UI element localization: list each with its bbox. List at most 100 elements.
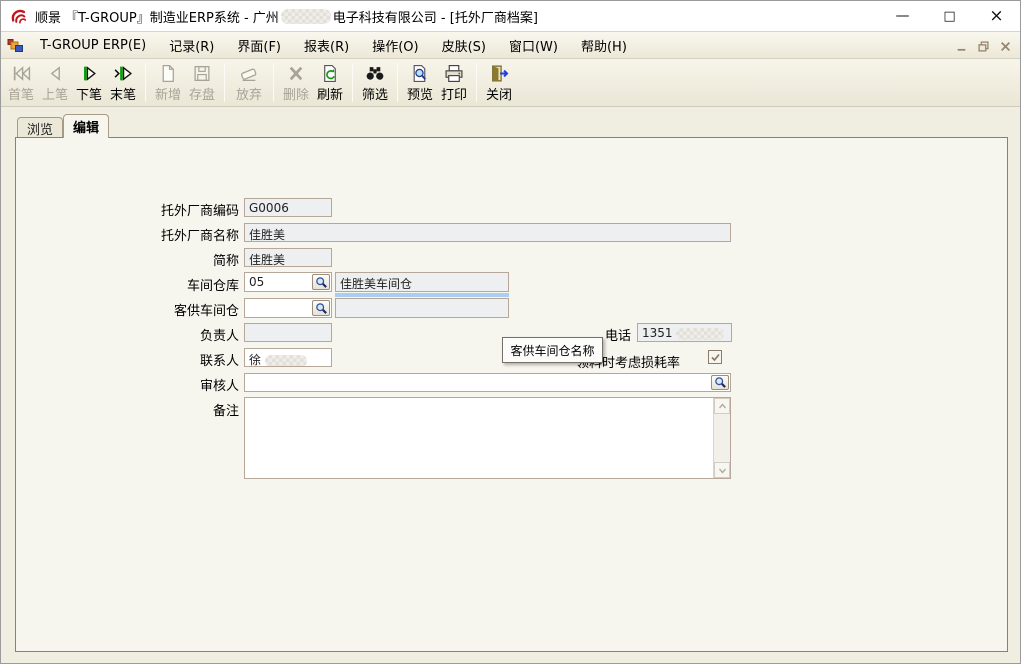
workshop-warehouse-name-field[interactable]: 佳胜美车间仓 bbox=[335, 272, 509, 292]
mdi-restore-button[interactable] bbox=[977, 40, 990, 53]
contact-value: 徐 bbox=[249, 353, 261, 367]
toolbar-separator bbox=[397, 63, 398, 102]
window-minimize-button[interactable]: — bbox=[879, 1, 926, 31]
menu-item-operations[interactable]: 操作(O) bbox=[364, 32, 426, 59]
toolbar-separator bbox=[224, 63, 225, 102]
chevron-up-icon bbox=[718, 402, 727, 411]
remarks-field[interactable] bbox=[244, 397, 731, 479]
form-icon bbox=[7, 37, 24, 54]
title-bar: 顺景 『T-GROUP』制造业ERP系统 - 广州 电子科技有限公司 - [托外… bbox=[1, 1, 1020, 31]
menu-item-tgroup-erp[interactable]: T-GROUP ERP(E) bbox=[32, 34, 154, 57]
mdi-minimize-icon bbox=[956, 41, 967, 52]
redacted-company-name bbox=[281, 9, 331, 24]
contact-label: 联系人 bbox=[109, 350, 239, 369]
menu-item-reports[interactable]: 报表(R) bbox=[296, 32, 357, 59]
manager-field[interactable] bbox=[244, 323, 332, 342]
phone-value: 1351 bbox=[642, 326, 673, 340]
menu-item-help[interactable]: 帮助(H) bbox=[573, 32, 635, 59]
toolbar-button-label: 存盘 bbox=[189, 84, 215, 103]
customer-warehouse-code-field[interactable] bbox=[244, 298, 332, 318]
toolbar-separator bbox=[145, 63, 146, 102]
toolbar-button-label: 放弃 bbox=[236, 84, 262, 103]
redacted-contact bbox=[265, 355, 307, 367]
toolbar-button-label: 预览 bbox=[407, 84, 433, 103]
preview-button[interactable]: 预览 bbox=[403, 59, 437, 106]
menu-item-records[interactable]: 记录(R) bbox=[161, 32, 222, 59]
workshop-warehouse-code-field[interactable]: 05 bbox=[244, 272, 332, 292]
eraser-icon bbox=[238, 64, 260, 83]
last-record-icon bbox=[112, 64, 134, 83]
filter-button[interactable]: 筛选 bbox=[358, 59, 392, 106]
window-title-suffix: 电子科技有限公司 - [托外厂商档案] bbox=[333, 7, 538, 26]
window-maximize-button[interactable]: □ bbox=[926, 1, 973, 31]
toolbar-separator bbox=[273, 63, 274, 102]
menu-bar: T-GROUP ERP(E) 记录(R) 界面(F) 报表(R) 操作(O) 皮… bbox=[1, 31, 1020, 59]
app-window: 顺景 『T-GROUP』制造业ERP系统 - 广州 电子科技有限公司 - [托外… bbox=[0, 0, 1021, 664]
abandon-button: 放弃 bbox=[230, 59, 268, 106]
scroll-up-button[interactable] bbox=[714, 398, 730, 414]
printer-icon bbox=[443, 64, 465, 83]
phone-field[interactable]: 1351 bbox=[637, 323, 732, 342]
customer-warehouse-name-field[interactable] bbox=[335, 298, 509, 318]
auditor-lookup-button[interactable] bbox=[711, 375, 729, 390]
vendor-code-field[interactable]: G0006 bbox=[244, 198, 332, 217]
shunjing-logo-icon bbox=[10, 7, 28, 25]
refresh-icon bbox=[319, 64, 341, 83]
save-icon bbox=[191, 64, 213, 83]
checkmark-icon bbox=[710, 352, 721, 363]
tab-edit[interactable]: 编辑 bbox=[63, 114, 109, 138]
next-record-button[interactable]: 下笔 bbox=[72, 59, 106, 106]
auditor-label: 审核人 bbox=[109, 375, 239, 394]
tab-browse[interactable]: 浏览 bbox=[17, 117, 63, 138]
magnifier-icon bbox=[315, 276, 328, 289]
vendor-name-field[interactable]: 佳胜美 bbox=[244, 223, 731, 242]
remarks-label: 备注 bbox=[109, 400, 239, 419]
last-record-button[interactable]: 末笔 bbox=[106, 59, 140, 106]
toolbar-button-label: 首笔 bbox=[8, 84, 34, 103]
contact-field[interactable]: 徐 bbox=[244, 348, 332, 367]
new-record-icon bbox=[157, 64, 179, 83]
print-button[interactable]: 打印 bbox=[437, 59, 471, 106]
next-record-icon bbox=[78, 64, 100, 83]
mdi-close-icon bbox=[1000, 41, 1011, 52]
auditor-field[interactable] bbox=[244, 373, 731, 392]
new-record-button: 新增 bbox=[151, 59, 185, 106]
window-title: 顺景 『T-GROUP』制造业ERP系统 - 广州 电子科技有限公司 - [托外… bbox=[35, 7, 538, 26]
menu-item-interface[interactable]: 界面(F) bbox=[229, 32, 289, 59]
close-form-button[interactable]: 关闭 bbox=[482, 59, 516, 106]
customer-warehouse-lookup-button[interactable] bbox=[312, 300, 330, 316]
toolbar-button-label: 下笔 bbox=[76, 84, 102, 103]
toolbar-button-label: 上笔 bbox=[42, 84, 68, 103]
first-record-icon bbox=[10, 64, 32, 83]
vendor-code-label: 托外厂商编码 bbox=[109, 200, 239, 219]
delete-icon bbox=[285, 64, 307, 83]
toolbar-separator bbox=[476, 63, 477, 102]
tooltip-customer-warehouse-name: 客供车间仓名称 bbox=[502, 337, 603, 363]
workshop-warehouse-lookup-button[interactable] bbox=[312, 274, 330, 290]
redacted-phone bbox=[676, 328, 724, 340]
workshop-warehouse-label: 车间仓库 bbox=[109, 275, 239, 294]
mdi-close-button[interactable] bbox=[999, 40, 1012, 53]
first-record-button: 首笔 bbox=[4, 59, 38, 106]
toolbar-button-label: 新增 bbox=[155, 84, 181, 103]
scroll-down-button[interactable] bbox=[714, 462, 730, 478]
short-name-field[interactable]: 佳胜美 bbox=[244, 248, 332, 267]
window-title-prefix: 顺景 『T-GROUP』制造业ERP系统 - 广州 bbox=[35, 7, 279, 26]
magnifier-icon bbox=[714, 376, 727, 389]
refresh-button[interactable]: 刷新 bbox=[313, 59, 347, 106]
print-preview-icon bbox=[409, 64, 431, 83]
window-close-button[interactable]: × bbox=[973, 1, 1020, 31]
window-controls: — □ × bbox=[879, 1, 1020, 31]
remarks-scrollbar[interactable] bbox=[713, 398, 730, 478]
workshop-warehouse-code-value: 05 bbox=[249, 275, 264, 289]
delete-button: 删除 bbox=[279, 59, 313, 106]
magnifier-icon bbox=[315, 302, 328, 315]
menu-item-skin[interactable]: 皮肤(S) bbox=[434, 32, 494, 59]
manager-label: 负责人 bbox=[109, 325, 239, 344]
mdi-minimize-button[interactable] bbox=[955, 40, 968, 53]
menu-item-window[interactable]: 窗口(W) bbox=[501, 32, 566, 59]
prev-record-button: 上笔 bbox=[38, 59, 72, 106]
loss-rate-checkbox[interactable] bbox=[708, 350, 722, 364]
chevron-down-icon bbox=[718, 466, 727, 475]
toolbar-button-label: 关闭 bbox=[486, 84, 512, 103]
